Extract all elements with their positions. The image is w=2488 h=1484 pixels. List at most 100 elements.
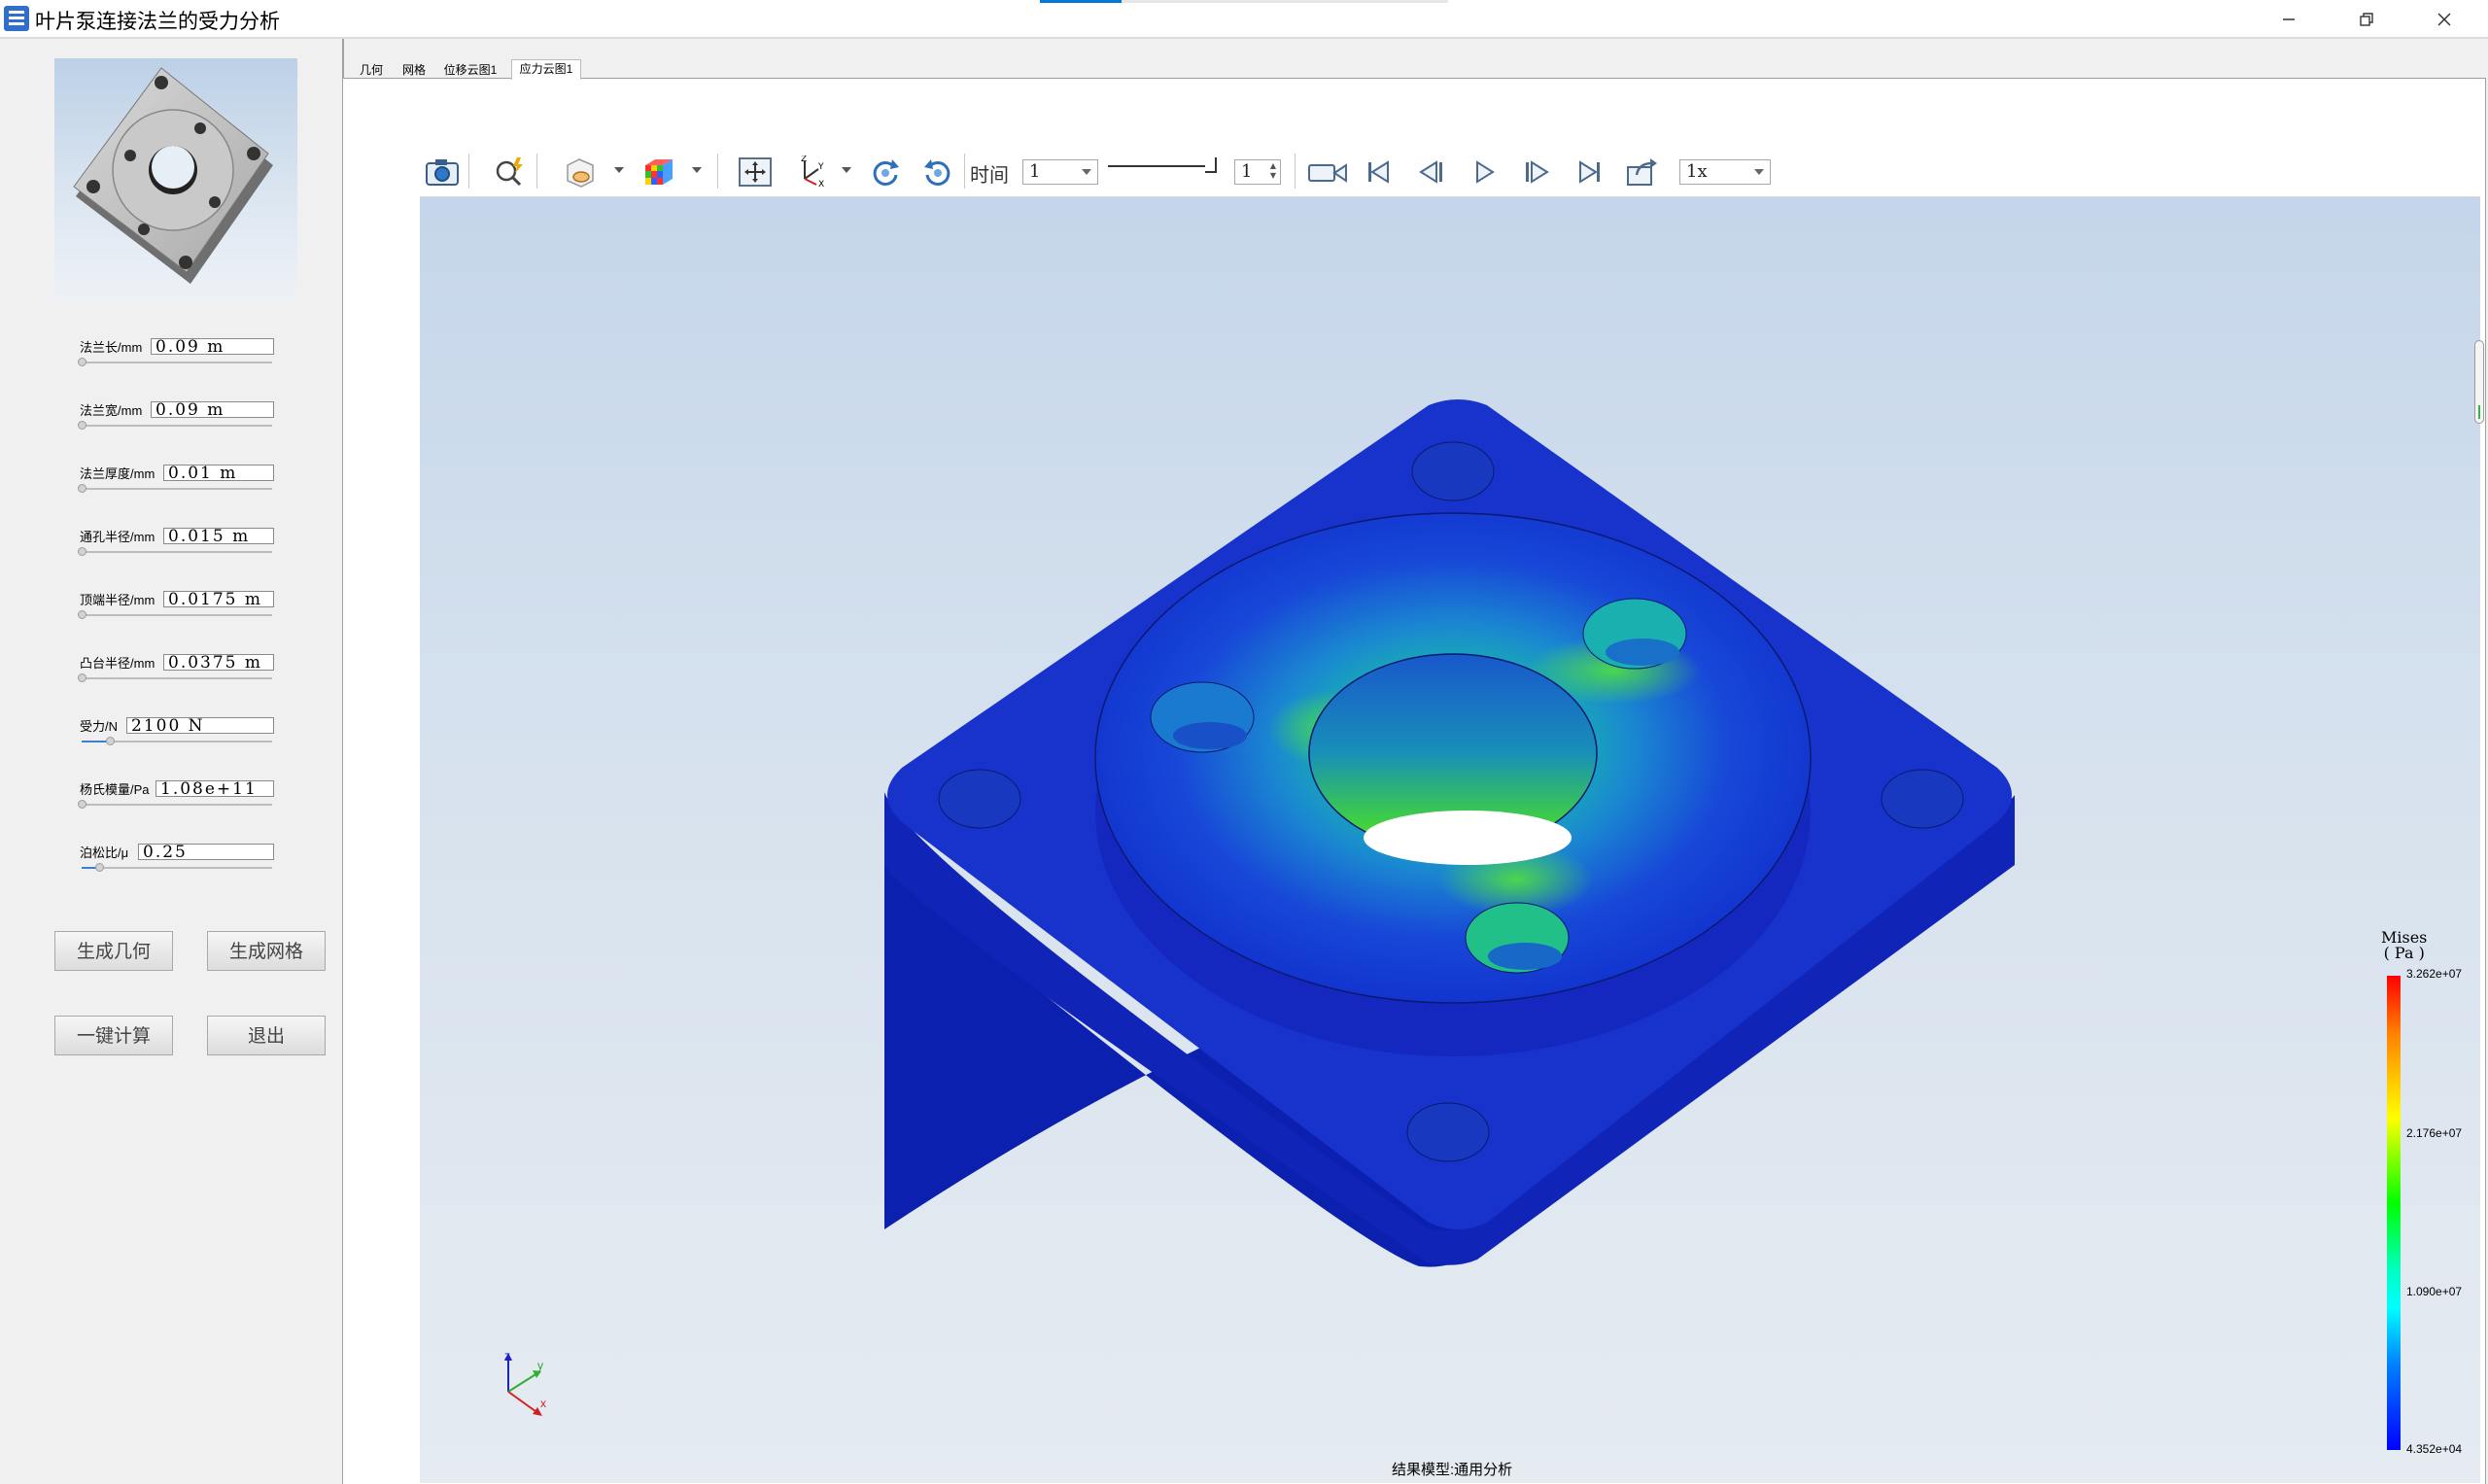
param-slider[interactable] <box>78 547 272 556</box>
param-slider[interactable] <box>78 421 272 430</box>
param-input[interactable]: 0.0175 m <box>163 591 274 607</box>
legend-mid-high: 2.176e+07 <box>2406 1126 2463 1140</box>
camera-icon[interactable] <box>424 155 461 189</box>
time-select-value: 1 <box>1029 161 1041 182</box>
rotate-ccw-icon[interactable] <box>919 155 956 189</box>
toolbar-separator <box>717 154 718 189</box>
fit-view-icon[interactable] <box>737 155 774 189</box>
param-input[interactable]: 1.08e+11 <box>156 780 274 797</box>
toolbar-separator <box>468 154 469 189</box>
play-icon[interactable] <box>1466 155 1503 189</box>
param-slider-thumb[interactable] <box>94 863 104 872</box>
param-slider[interactable] <box>78 358 272 366</box>
svg-text:Z: Z <box>801 155 807 164</box>
legend-color-bar <box>2387 976 2401 1450</box>
param-slider-thumb[interactable] <box>78 358 86 366</box>
svg-text:X: X <box>818 180 824 189</box>
record-video-icon[interactable] <box>1306 155 1349 189</box>
param-input[interactable]: 0.01 m <box>163 465 274 481</box>
triad-y-label: y <box>537 1359 543 1372</box>
param-slider-thumb[interactable] <box>78 673 86 682</box>
param-slider-thumb[interactable] <box>78 421 86 430</box>
param-label: 受力/N <box>80 719 119 734</box>
generate-geometry-button[interactable]: 生成几何 <box>54 931 173 971</box>
minimize-icon <box>2283 18 2295 20</box>
param-label: 法兰长/mm <box>80 340 143 355</box>
tab-displacement[interactable]: 位移云图1 <box>439 61 501 79</box>
triad-x-label: x <box>540 1397 546 1410</box>
display-mode-dropdown[interactable] <box>614 167 624 173</box>
time-select[interactable]: 1 <box>1022 159 1098 185</box>
3d-viewport[interactable]: z y x <box>420 197 2480 1483</box>
result-model-label: 结果模型:通用分析 <box>1392 1462 1513 1478</box>
restore-button[interactable] <box>2328 0 2405 37</box>
zoom-icon[interactable] <box>492 155 529 189</box>
param-slider[interactable] <box>78 610 272 619</box>
chevron-down-icon <box>1082 169 1091 175</box>
param-slider[interactable] <box>82 863 272 872</box>
export-icon[interactable] <box>1623 155 1660 189</box>
display-mode-icon[interactable] <box>562 155 599 189</box>
axes-icon[interactable]: Z YX <box>793 155 830 189</box>
param-slider[interactable] <box>78 800 272 809</box>
param-slider-thumb[interactable] <box>78 484 86 493</box>
tab-geometry[interactable]: 几何 <box>352 61 391 79</box>
param-slider-thumb[interactable] <box>78 800 86 809</box>
last-frame-icon[interactable] <box>1571 155 1607 189</box>
window-title: 叶片泵连接法兰的受力分析 <box>35 11 280 33</box>
minimize-button[interactable] <box>2250 0 2328 37</box>
chevron-down-icon <box>1754 169 1764 175</box>
legend-mid-low: 1.090e+07 <box>2406 1285 2463 1298</box>
toolbar-separator <box>1295 154 1296 189</box>
timeline-end-marker <box>1205 157 1217 173</box>
param-input[interactable]: 0.0375 m <box>163 654 274 671</box>
title-accent <box>1040 0 1122 3</box>
toolbar-separator <box>536 154 537 189</box>
color-cube-icon[interactable] <box>639 155 676 189</box>
param-input[interactable]: 0.015 m <box>163 528 274 544</box>
prev-frame-icon[interactable] <box>1413 155 1450 189</box>
param-input[interactable]: 0.25 <box>138 844 274 860</box>
color-map-dropdown[interactable] <box>692 167 702 173</box>
tab-strip: 几何 网格 位移云图1 应力云图1 <box>342 39 2488 80</box>
restore-icon <box>2360 13 2373 26</box>
viewport-scrollbar[interactable] <box>2474 340 2484 424</box>
timeline-slider[interactable] <box>1108 165 1205 167</box>
param-input[interactable]: 0.09 m <box>151 338 274 355</box>
param-label: 通孔半径/mm <box>80 530 156 544</box>
next-frame-icon[interactable] <box>1518 155 1555 189</box>
first-frame-icon[interactable] <box>1361 155 1398 189</box>
param-label: 凸台半径/mm <box>80 656 156 671</box>
compute-button[interactable]: 一键计算 <box>54 1016 173 1055</box>
legend-title-unit: ( Pa ) <box>2383 944 2425 962</box>
title-accent-track <box>1122 0 1448 3</box>
step-spinbox[interactable]: 1 ▲ ▼ <box>1234 159 1281 185</box>
step-value: 1 <box>1241 161 1253 182</box>
parameter-panel <box>0 39 344 1483</box>
tab-mesh[interactable]: 网格 <box>397 61 432 79</box>
legend-min: 4.352e+04 <box>2406 1442 2463 1456</box>
speed-select[interactable]: 1x <box>1679 159 1771 185</box>
generate-mesh-button[interactable]: 生成网格 <box>207 931 326 971</box>
param-slider[interactable] <box>82 737 272 745</box>
exit-button[interactable]: 退出 <box>207 1016 326 1055</box>
param-slider-thumb[interactable] <box>78 610 86 619</box>
svg-text:Y: Y <box>817 162 824 172</box>
param-input[interactable]: 0.09 m <box>151 401 274 418</box>
param-slider[interactable] <box>78 484 272 493</box>
param-slider-thumb[interactable] <box>78 547 86 556</box>
tab-stress[interactable]: 应力云图1 <box>511 59 581 80</box>
axes-dropdown[interactable] <box>842 167 851 173</box>
stress-contour-model <box>504 399 2015 1416</box>
rotate-cw-icon[interactable] <box>867 155 904 189</box>
legend-max: 3.262e+07 <box>2406 967 2463 981</box>
time-label: 时间 <box>970 163 1009 187</box>
param-slider[interactable] <box>78 673 272 682</box>
triad-z-label: z <box>504 1349 510 1363</box>
spin-arrows-icon[interactable]: ▲ ▼ <box>1270 161 1276 181</box>
close-button[interactable] <box>2405 0 2483 37</box>
flange-preview-image <box>54 58 297 301</box>
param-input[interactable]: 2100 N <box>126 717 274 734</box>
viewer-toolbar: Z YX 时间 1 1 ▲ ▼ 1x <box>420 146 2480 197</box>
param-label: 法兰厚度/mm <box>80 466 156 481</box>
